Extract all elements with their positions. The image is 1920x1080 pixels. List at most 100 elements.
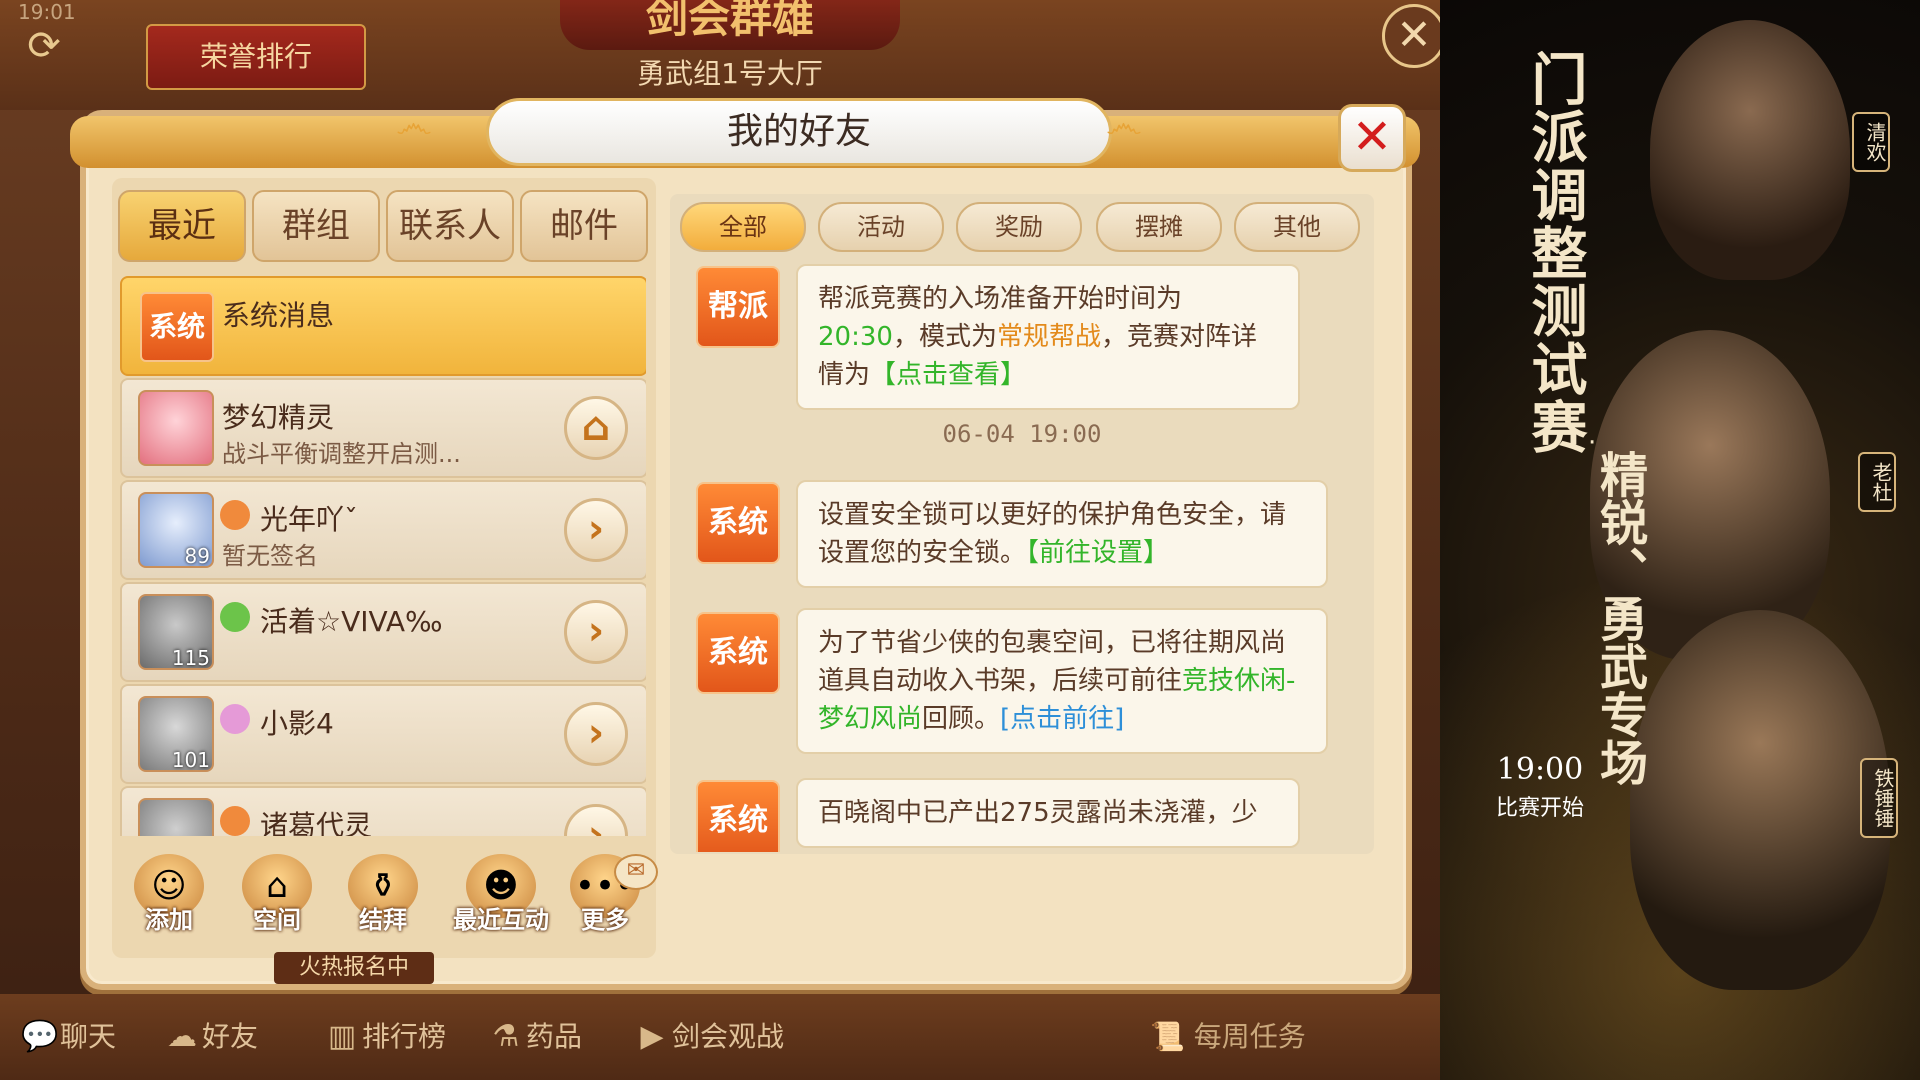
contact-row-system[interactable]: 系统 系统消息 [120,276,646,376]
message-filters: 全部 活动 奖励 摆摊 其他 [676,202,1376,258]
friends-button[interactable]: ☁ 好友 [162,1014,258,1060]
bottom-label: 排行榜 [362,1020,447,1053]
contact-name: 梦幻精灵 [222,401,335,434]
close-button[interactable]: ✕ [1338,104,1406,172]
message-bubble: 帮派竞赛的入场准备开始时间为20:30，模式为常规帮战，竞赛对阵详情为【点击查看… [796,264,1300,410]
medicine-button[interactable]: ⚗ 药品 [486,1014,582,1060]
player-portrait [1650,20,1850,280]
system-badge: 系统 [696,780,780,852]
go-now-link[interactable]: [点击前往] [1000,704,1124,734]
hall-name: 勇武组1号大厅 [637,57,823,90]
avatar [138,390,214,466]
system-badge: 系统 [696,612,780,694]
chat-button[interactable]: 💬聊天 [20,1014,116,1060]
tab-contacts[interactable]: 联系人 [386,190,514,262]
weekly-task-button[interactable]: 📜 每周任务 [1150,1014,1306,1060]
school-icon [220,602,250,632]
player-portrait [1630,610,1890,990]
scroll-icon: 📜 [1150,1020,1194,1053]
avatar: 101 [138,696,214,772]
action-label: 添加 [145,906,193,934]
ranking-icon: ▥ [327,1019,357,1054]
level-badge: 115 [171,646,210,670]
spectate-button[interactable]: ▶ 剑会观战 [632,1014,784,1060]
message-bubble: 为了节省少侠的包裹空间，已将往期风尚道具自动收入书架，后续可前往竞技休闲-梦幻风… [796,608,1328,754]
message-timestamp: 06-04 19:00 [942,420,1102,448]
weekly-task-label: 每周任务 [1193,1020,1306,1053]
ranking-button[interactable]: ▥ 排行榜 [322,1014,446,1060]
message-text: 百晓阁中已产出275灵露尚未浇灌，少 [818,798,1258,828]
friends-icon: ☁ [167,1019,197,1054]
filter-activity[interactable]: 活动 [818,202,944,252]
contact-name: 小影4 [260,707,334,740]
message-text: 帮派竞赛的入场准备开始时间为 [818,284,1183,314]
contact-name: 系统消息 [222,299,335,332]
tab-recent[interactable]: 最近 [118,190,246,262]
action-label: 最近互动 [453,906,549,934]
contact-row[interactable]: 89 光年吖ˇ 暂无签名 › [120,480,646,580]
cloud-deco-icon: ෴ [396,102,433,146]
sworn-brother-button[interactable]: ⚱ 结拜 [340,854,426,944]
tab-groups[interactable]: 群组 [252,190,380,262]
promo-panel: 门派调整测试赛 · 精锐、勇武专场 19:00 比赛开始 清欢 老杜 铁锤锤 [1440,0,1920,1080]
message-panel: 全部 活动 奖励 摆摊 其他 帮派 帮派竞赛的入场准备开始时间为 20:30，模式… [670,194,1374,854]
contact-row[interactable]: 115 活着☆VIVA‰ › [120,582,646,682]
arrow-right-icon[interactable]: › [564,702,628,766]
recent-interaction-button[interactable]: ☻ 最近互动 [446,854,556,944]
level-badge: 89 [184,544,210,568]
filter-stall[interactable]: 摆摊 [1096,202,1222,252]
cloud-deco-icon: ෴ [1106,102,1143,146]
action-label: 结拜 [359,906,407,934]
go-settings-link[interactable]: 【前往设置】 [1026,538,1169,568]
friend-tabs: 最近 群组 联系人 邮件 [118,190,658,262]
player-nameplate: 清欢 [1852,112,1890,172]
message-bubble: 设置安全锁可以更好的保护角色安全，请设置您的安全锁。【前往设置】 [796,480,1328,588]
camera-icon: ▶ [640,1019,664,1054]
contact-name: 光年吖ˇ [260,503,359,536]
contact-row[interactable]: 101 小影4 › [120,684,646,784]
action-bar: ☺ 添加 ⌂ 空间 ⚱ 结拜 ☻ 最近互动 ••• 更多 [112,854,656,954]
bottom-label: 药品 [526,1020,583,1053]
chat-icon: 💬 [21,1019,59,1054]
top-close-icon[interactable]: ✕ [1382,4,1440,68]
home-icon[interactable]: ⌂ [564,396,628,460]
filter-reward[interactable]: 奖励 [956,202,1082,252]
message-list[interactable]: 帮派 帮派竞赛的入场准备开始时间为20:30，模式为常规帮战，竞赛对阵详情为【点… [670,262,1374,852]
clock: 19:01 [18,0,76,24]
view-details-link[interactable]: 【点击查看】 [870,360,1026,390]
mail-icon[interactable]: ✉ [614,854,658,890]
contact-signature: 战斗平衡调整开启测... [222,440,461,468]
game-screen: 19:01 ⟳ 荣誉排行 剑会群雄 勇武组1号大厅 ✕ ෴ 我的好友 ෴ ✕ 最… [0,0,1440,1080]
dialog-title: 我的好友 [486,98,1112,166]
medicine-icon: ⚗ [492,1019,520,1054]
friends-dialog: ෴ 我的好友 ෴ ✕ 最近 群组 联系人 邮件 系统 系统消息 梦幻精灵 战斗平… [70,98,1420,990]
honor-ranking-tab[interactable]: 荣誉排行 [146,24,366,90]
arena-title: 剑会群雄 [560,0,900,50]
avatar [138,798,214,836]
arrow-right-icon[interactable]: › [564,804,628,836]
level-badge: 101 [171,748,210,772]
contact-list[interactable]: 系统 系统消息 梦幻精灵 战斗平衡调整开启测... ⌂ 89 光年吖ˇ 暂无签名 [120,276,646,836]
message-text: 常规帮战 [996,322,1101,352]
contact-row[interactable]: 诸葛代灵 › [120,786,646,836]
space-button[interactable]: ⌂ 空间 [234,854,320,944]
contact-row[interactable]: 梦幻精灵 战斗平衡调整开启测... ⌂ [120,378,646,478]
avatar: 89 [138,492,214,568]
arrow-right-icon[interactable]: › [564,498,628,562]
contact-name: 活着☆VIVA‰ [260,605,443,638]
filter-other[interactable]: 其他 [1234,202,1360,252]
arrow-right-icon[interactable]: › [564,600,628,664]
back-icon[interactable]: ⟳ [22,24,66,68]
promo-start: 比赛开始 [1495,796,1584,821]
contact-signature: 暂无签名 [222,542,318,570]
contact-name: 诸葛代灵 [260,809,373,836]
filter-all[interactable]: 全部 [680,202,806,252]
player-nameplate: 老杜 [1858,452,1896,512]
promo-subtitle: 精锐、勇武专场 [1591,450,1647,786]
hot-signup-banner: 火热报名中 [274,952,434,984]
add-friend-button[interactable]: ☺ 添加 [126,854,212,944]
left-panel: 最近 群组 联系人 邮件 系统 系统消息 梦幻精灵 战斗平衡调整开启测... ⌂ [112,178,656,958]
action-label: 空间 [253,906,301,934]
tab-mail[interactable]: 邮件 [520,190,648,262]
message-text: 20:30 [818,322,893,352]
